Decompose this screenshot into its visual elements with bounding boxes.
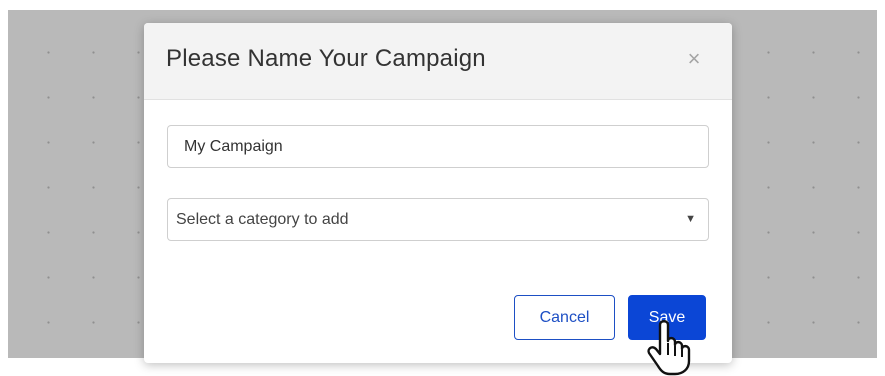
hand-pointer-icon xyxy=(647,320,691,376)
cancel-button[interactable]: Cancel xyxy=(514,295,615,340)
category-select-label: Select a category to add xyxy=(176,211,349,228)
category-select[interactable]: Select a category to add ▼ xyxy=(167,198,709,241)
close-icon[interactable]: × xyxy=(682,45,706,73)
campaign-name-modal: Please Name Your Campaign × Select a cat… xyxy=(144,23,732,363)
modal-title: Please Name Your Campaign xyxy=(166,45,486,72)
chevron-down-icon: ▼ xyxy=(685,213,696,225)
campaign-name-input[interactable] xyxy=(167,125,709,168)
modal-header: Please Name Your Campaign × xyxy=(144,23,732,100)
